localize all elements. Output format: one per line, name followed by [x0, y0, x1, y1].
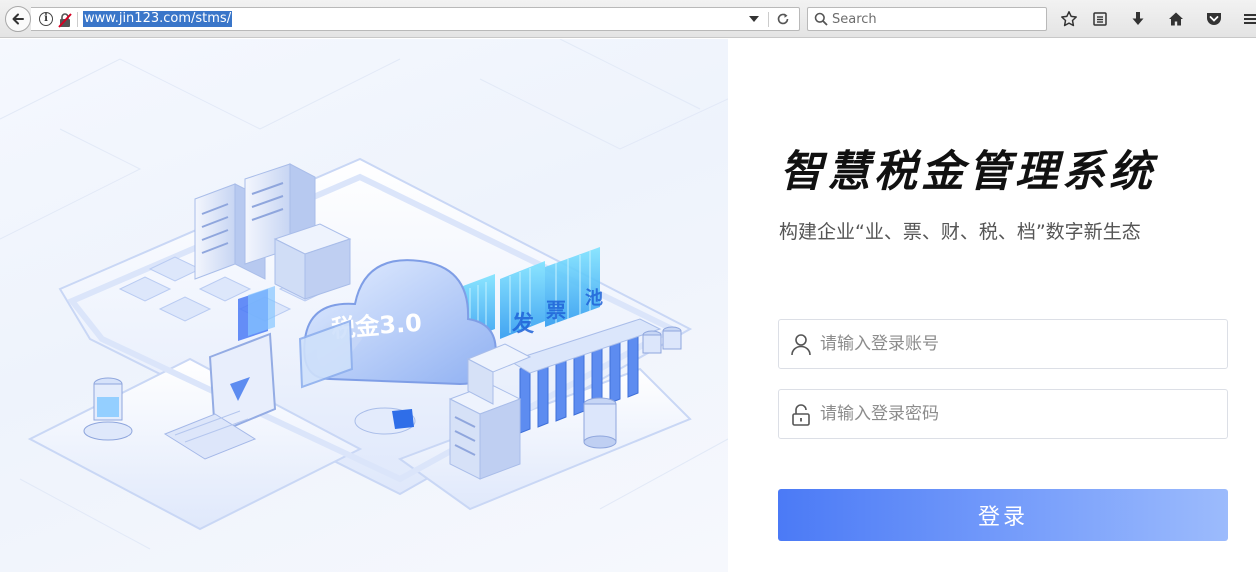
- search-icon: [814, 12, 828, 26]
- lock-icon: [792, 404, 810, 426]
- page-title: 智慧税金管理系统: [780, 147, 1156, 197]
- browser-toolbar: i www.jin123.com/stms/: [0, 0, 1256, 38]
- page-subtitle: 构建企业“业、票、财、税、档”数字新生态: [779, 221, 1141, 243]
- download-icon[interactable]: [1128, 9, 1148, 29]
- star-icon[interactable]: [1059, 9, 1079, 29]
- password-input[interactable]: [820, 390, 1215, 438]
- url-text[interactable]: www.jin123.com/stms/: [83, 11, 233, 27]
- reload-icon[interactable]: [776, 12, 790, 26]
- search-input[interactable]: [832, 8, 1037, 30]
- hero-illustration-panel: 发 票 池 税金3.0: [0, 39, 728, 572]
- dropdown-icon[interactable]: [747, 12, 761, 26]
- tile-text-fa: 发: [511, 311, 535, 337]
- url-separator: [77, 12, 78, 27]
- password-field[interactable]: [778, 389, 1228, 439]
- username-input[interactable]: [820, 320, 1215, 368]
- insecure-lock-icon[interactable]: [58, 12, 72, 28]
- back-arrow-icon[interactable]: [5, 6, 31, 32]
- home-icon[interactable]: [1166, 9, 1186, 29]
- reading-list-icon[interactable]: [1090, 9, 1110, 29]
- address-bar[interactable]: i www.jin123.com/stms/: [31, 7, 800, 31]
- search-bar[interactable]: [807, 7, 1047, 31]
- pocket-icon[interactable]: [1204, 9, 1224, 29]
- info-icon[interactable]: i: [39, 12, 53, 26]
- username-field[interactable]: [778, 319, 1228, 369]
- isometric-illustration: 发 票 池 税金3.0: [0, 39, 728, 550]
- tile-text-chi: 池: [585, 287, 603, 309]
- user-icon: [791, 334, 811, 356]
- menu-icon[interactable]: [1244, 9, 1256, 29]
- login-button[interactable]: 登录: [778, 489, 1228, 541]
- login-panel: 智慧税金管理系统 构建企业“业、票、财、税、档”数字新生态 登录: [728, 39, 1256, 572]
- tile-text-piao: 票: [546, 298, 566, 322]
- url-separator: [768, 12, 769, 27]
